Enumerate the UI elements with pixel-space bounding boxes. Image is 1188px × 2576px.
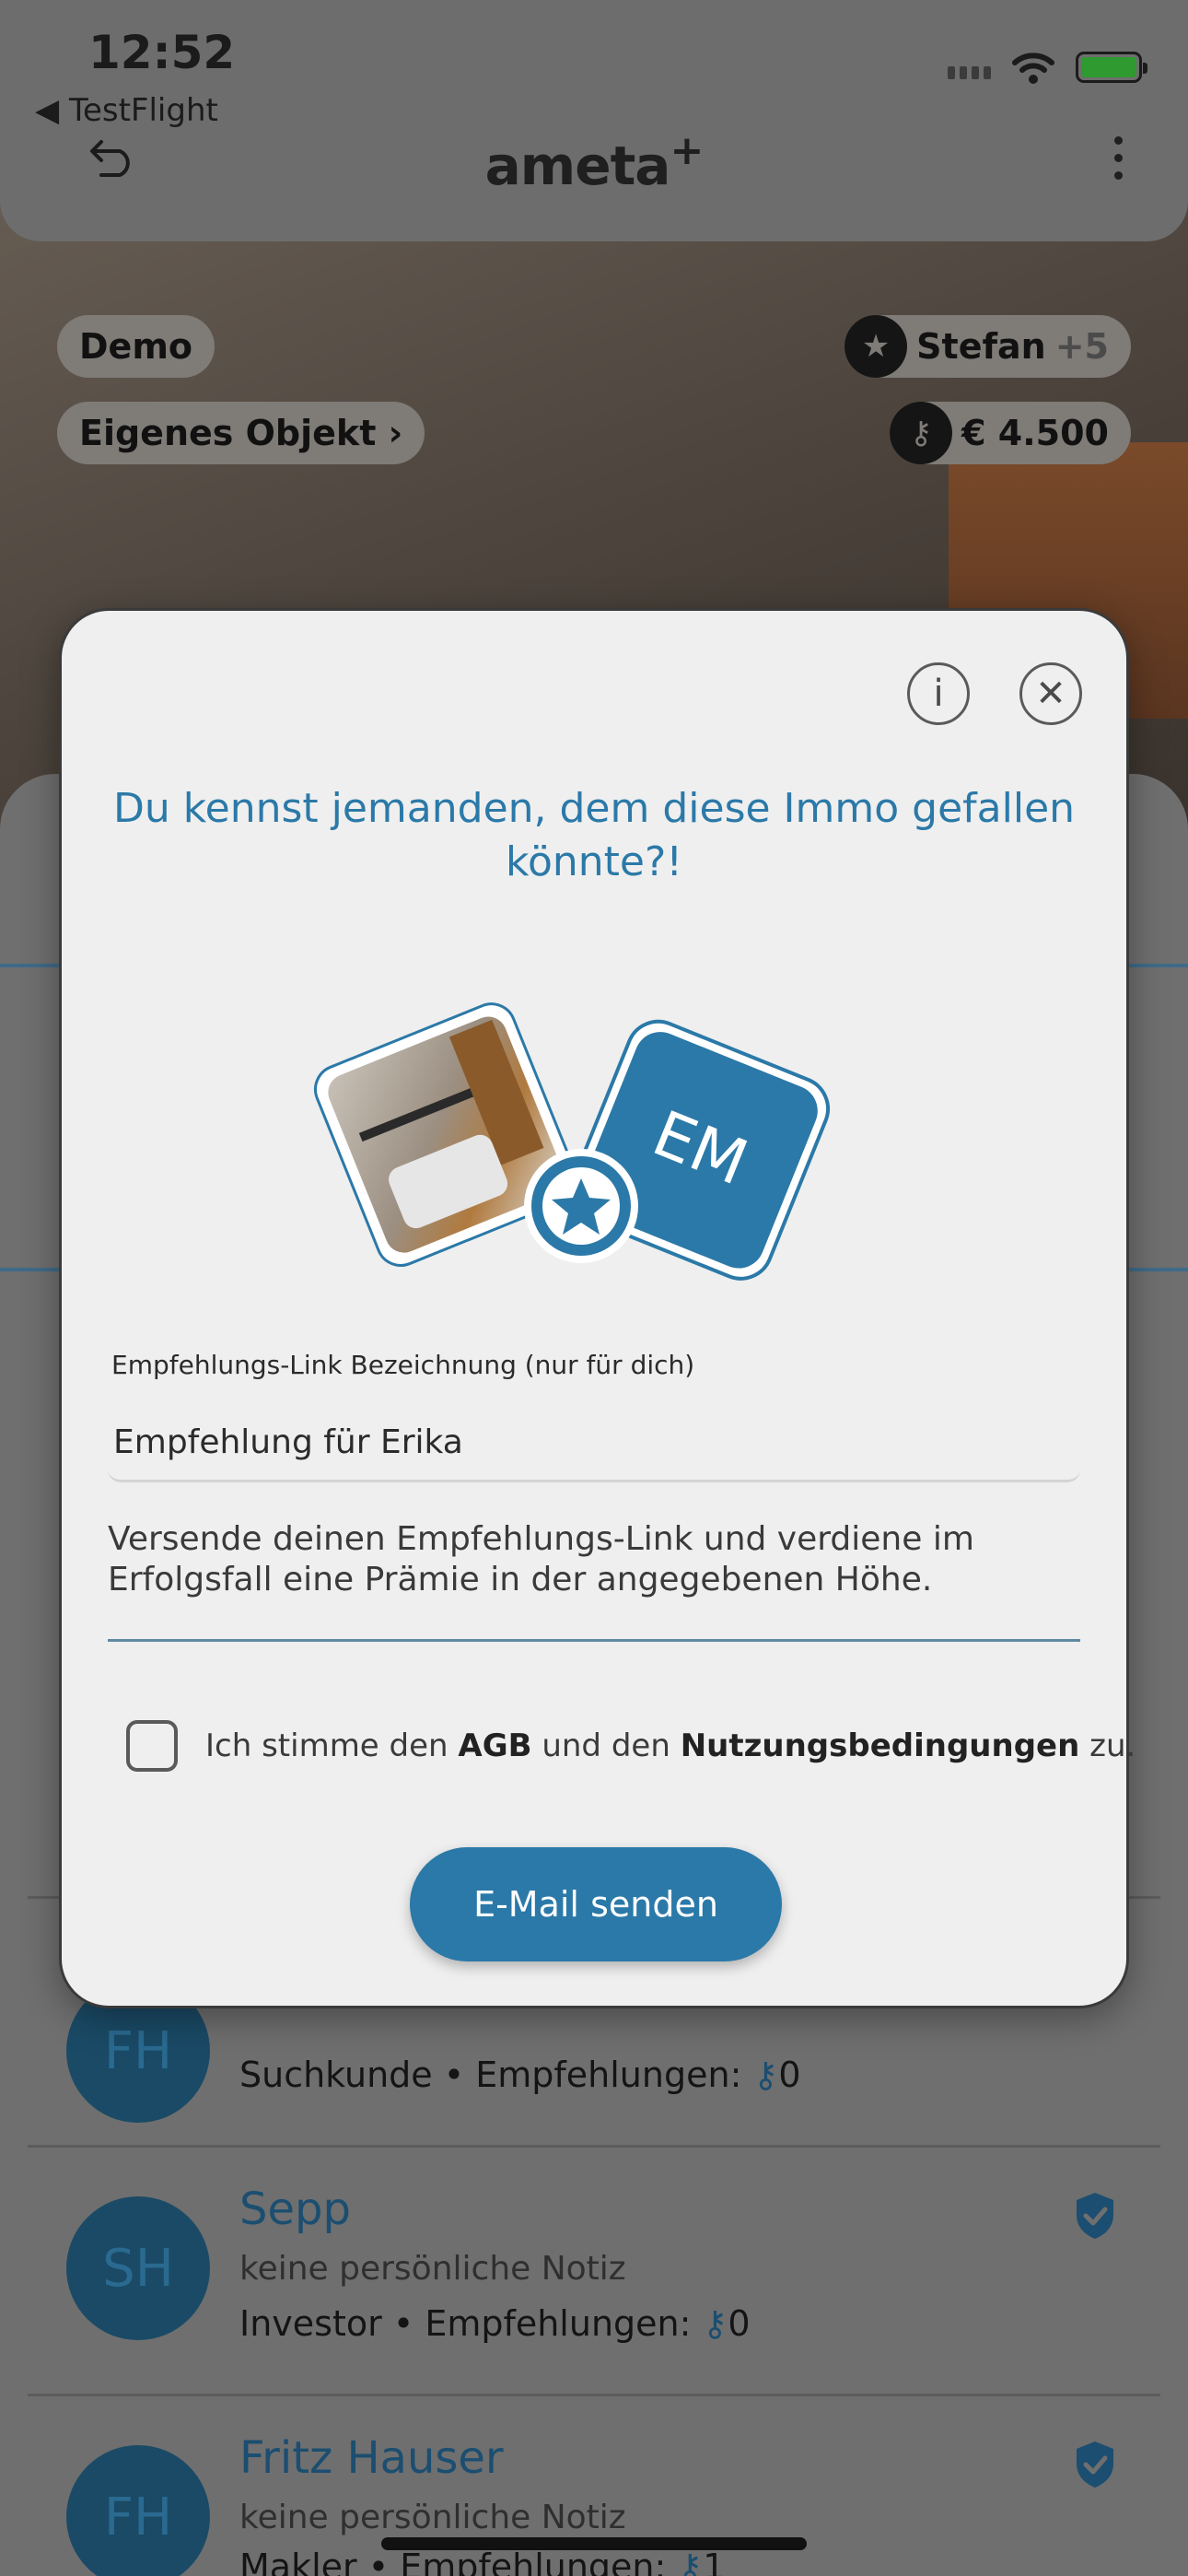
contact-note: keine persönliche Notiz: [239, 2499, 626, 2536]
terms-link[interactable]: Nutzungsbedingungen: [681, 1727, 1080, 1764]
back-to-testflight-link[interactable]: ◀ TestFlight: [35, 92, 218, 129]
status-icons: [948, 50, 1147, 85]
close-icon[interactable]: ✕: [1019, 662, 1082, 725]
amount-chip[interactable]: ⚷ € 4.500: [890, 402, 1131, 464]
avatar: SH: [66, 2196, 210, 2340]
contact-meta: Investor • Empfehlungen: ⚷0: [239, 2303, 751, 2344]
key-icon: ⚷: [677, 2547, 704, 2576]
contact-name: Sepp: [239, 2184, 351, 2235]
description-divider: [108, 1639, 1080, 1642]
contact-meta: Suchkunde • Empfehlungen: ⚷0: [239, 2055, 801, 2095]
recommendation-modal: i ✕ Du kennst jemanden, dem diese Immo g…: [59, 608, 1136, 2008]
contact-note: keine persönliche Notiz: [239, 2250, 626, 2288]
key-icon: ⚷: [702, 2303, 728, 2344]
star-icon: ★: [844, 315, 908, 378]
terms-consent: Ich stimme den AGB und den Nutzungsbedin…: [126, 1720, 1136, 1772]
own-object-chip[interactable]: Eigenes Objekt ›: [57, 402, 425, 464]
status-time: 12:52: [88, 26, 236, 79]
brand-logo: ameta+: [484, 127, 705, 197]
star-badge-icon: [524, 1149, 638, 1263]
battery-icon: [1076, 52, 1147, 83]
send-email-button[interactable]: E-Mail senden: [410, 1847, 782, 1961]
modal-title: Du kennst jemanden, dem diese Immo gefal…: [112, 785, 1076, 885]
avatar: FH: [66, 2445, 210, 2576]
top-app-bar: 12:52 ◀ TestFlight ameta+: [0, 0, 1188, 241]
home-indicator: [381, 2537, 807, 2550]
key-icon: ⚷: [890, 402, 953, 464]
terms-checkbox[interactable]: [126, 1720, 178, 1772]
signal-icon: [948, 55, 991, 79]
user-chip[interactable]: ★ Stefan +5: [844, 315, 1131, 378]
contact-name: Fritz Hauser: [239, 2432, 504, 2484]
kebab-menu-icon[interactable]: [1114, 136, 1127, 180]
contact-meta: Makler • Empfehlungen: ⚷1: [239, 2547, 725, 2576]
demo-chip[interactable]: Demo: [57, 315, 215, 378]
link-name-input[interactable]: [108, 1405, 1080, 1482]
shield-check-icon: [1077, 2441, 1113, 2488]
link-name-label: Empfehlungs-Link Bezeichnung (nur für di…: [111, 1350, 695, 1380]
wifi-icon: [1012, 53, 1054, 84]
recommendation-graphic: EM: [314, 1002, 830, 1281]
contact-row[interactable]: SH Sepp keine persönliche Notiz Investor…: [0, 2145, 1188, 2394]
info-icon[interactable]: i: [907, 662, 970, 725]
consent-text: Ich stimme den AGB und den Nutzungsbedin…: [205, 1727, 1136, 1764]
key-icon: ⚷: [752, 2055, 779, 2095]
agb-link[interactable]: AGB: [458, 1727, 531, 1764]
shield-check-icon: [1077, 2193, 1113, 2239]
modal-description: Versende deinen Empfehlungs-Link und ver…: [108, 1520, 974, 1598]
